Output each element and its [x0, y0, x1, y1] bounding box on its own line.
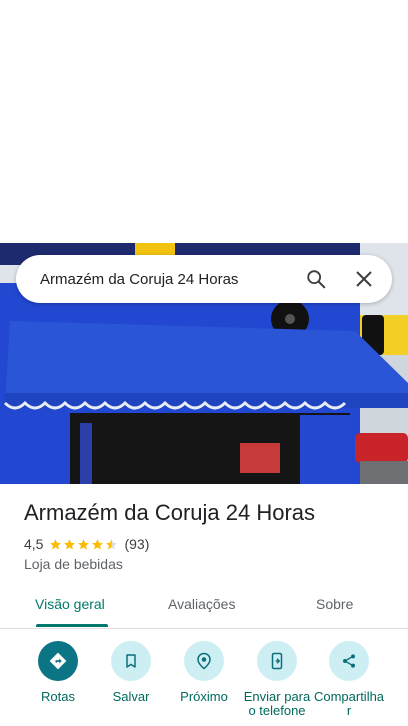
tab-reviews[interactable]: Avaliações [168, 596, 235, 612]
directions-label: Rotas [41, 690, 75, 704]
send-to-phone-label: Enviar para o telefone [243, 690, 311, 718]
save-button[interactable]: Salvar [94, 641, 168, 704]
nearby-button[interactable]: Próximo [167, 641, 241, 704]
active-tab-indicator [36, 624, 108, 627]
directions-button[interactable]: Rotas [21, 641, 95, 704]
search-bar[interactable]: Armazém da Coruja 24 Horas [16, 255, 392, 303]
tab-bar: Visão geral Avaliações Sobre [0, 584, 408, 629]
rating-stars [49, 538, 119, 551]
search-icon[interactable] [296, 259, 336, 299]
nearby-label: Próximo [180, 690, 228, 704]
half-star-icon [106, 538, 118, 549]
star-icon [64, 538, 76, 549]
close-icon[interactable] [344, 259, 384, 299]
star-icon [78, 538, 90, 549]
star-icon [92, 538, 104, 549]
share-icon[interactable] [329, 641, 369, 681]
save-label: Salvar [112, 690, 150, 704]
tab-overview[interactable]: Visão geral [35, 596, 105, 612]
place-panel: Armazém da Coruja 24 Horas 4,5 (93) Loja… [0, 484, 408, 726]
bookmark-icon[interactable] [111, 641, 151, 681]
map-area-blank [0, 0, 408, 243]
review-count: (93) [124, 536, 150, 552]
directions-icon[interactable] [38, 641, 78, 681]
place-title: Armazém da Coruja 24 Horas [24, 500, 316, 525]
tab-about[interactable]: Sobre [316, 596, 353, 612]
send-to-phone-button[interactable]: Enviar para o telefone [240, 641, 314, 718]
rating-value: 4,5 [24, 536, 44, 552]
place-category[interactable]: Loja de bebidas [24, 556, 123, 572]
rating-row[interactable]: 4,5 (93) [24, 536, 149, 552]
action-bar: Rotas Salvar Próximo Enviar para o telef… [0, 641, 408, 726]
star-icon [50, 538, 62, 549]
share-button[interactable]: Compartilhar [312, 641, 386, 718]
search-input[interactable]: Armazém da Coruja 24 Horas [40, 271, 296, 288]
send-to-phone-icon[interactable] [257, 641, 297, 681]
share-label: Compartilhar [313, 690, 385, 718]
nearby-icon[interactable] [184, 641, 224, 681]
